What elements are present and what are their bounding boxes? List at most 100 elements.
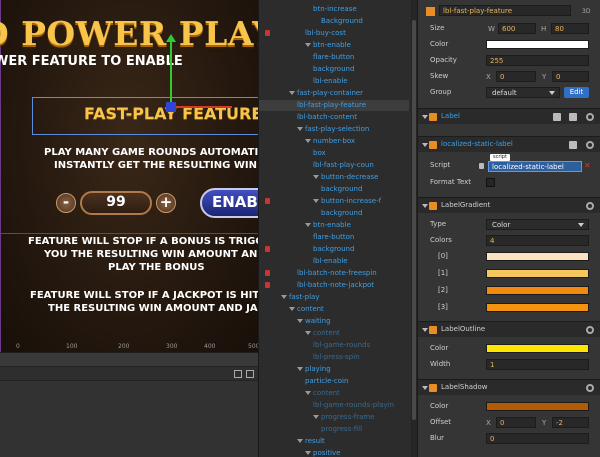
move-gizmo-x-axis[interactable]: [172, 106, 232, 108]
gradient-color-swatch[interactable]: [486, 252, 589, 261]
gradient-type-select[interactable]: Color: [486, 219, 589, 230]
lock-icon[interactable]: [265, 30, 270, 36]
move-gizmo-y-arrow[interactable]: [166, 34, 176, 42]
lock-icon[interactable]: [265, 198, 270, 204]
offset-x-input[interactable]: 0: [496, 417, 536, 428]
outline-color-swatch[interactable]: [486, 344, 589, 353]
tree-node-row[interactable]: progress-fill: [259, 424, 409, 435]
help-doc-icon[interactable]: [553, 113, 561, 121]
tree-node-row[interactable]: lbl-batch-note-freespin: [259, 268, 409, 279]
tree-node-row[interactable]: box: [259, 148, 409, 159]
move-gizmo-y-axis[interactable]: [170, 40, 172, 108]
tree-node-row[interactable]: lbl-batch-note-jackpot: [259, 280, 409, 291]
tree-node-row[interactable]: lbl-batch-content: [259, 112, 409, 123]
tree-node-row[interactable]: content: [259, 304, 409, 315]
tree-node-row[interactable]: playing: [259, 364, 409, 375]
node-active-checkbox[interactable]: [426, 7, 435, 16]
expand-arrow-icon[interactable]: [297, 127, 303, 131]
gradient-color-swatch[interactable]: [486, 303, 589, 312]
label-shadow-header[interactable]: LabelShadow: [418, 379, 600, 395]
tree-node-row[interactable]: lbl-enable: [259, 76, 409, 87]
tree-node-row[interactable]: lbl-game-rounds: [259, 340, 409, 351]
bottom-panel-tabbar[interactable]: [0, 353, 258, 367]
tree-node-row[interactable]: fast-play: [259, 292, 409, 303]
shadow-color-swatch[interactable]: [486, 402, 589, 411]
size-width-input[interactable]: 600: [498, 23, 536, 34]
blur-input[interactable]: 0: [486, 433, 589, 444]
expand-arrow-icon[interactable]: [305, 391, 311, 395]
expand-arrow-icon[interactable]: [422, 328, 428, 332]
tree-node-row[interactable]: lbl-fast-play-feature: [259, 100, 409, 111]
increase-button[interactable]: +: [156, 193, 176, 213]
expand-arrow-icon[interactable]: [305, 331, 311, 335]
tree-node-row[interactable]: content: [259, 388, 409, 399]
expand-arrow-icon[interactable]: [305, 451, 311, 455]
skew-x-input[interactable]: 0: [496, 71, 536, 82]
gear-icon[interactable]: [586, 202, 594, 210]
expand-arrow-icon[interactable]: [313, 175, 319, 179]
component-enabled-checkbox[interactable]: [429, 141, 437, 149]
expand-arrow-icon[interactable]: [297, 439, 303, 443]
tree-node-row[interactable]: background: [259, 184, 409, 195]
offset-y-input[interactable]: -2: [552, 417, 589, 428]
tree-node-row[interactable]: btn-enable: [259, 220, 409, 231]
node-color-swatch[interactable]: [486, 40, 589, 49]
group-select[interactable]: default: [486, 87, 560, 98]
tree-node-row[interactable]: lbl-game-rounds-playin: [259, 400, 409, 411]
label-component-header[interactable]: Label: [418, 108, 600, 124]
skew-y-input[interactable]: 0: [552, 71, 589, 82]
reset-icon[interactable]: [569, 113, 577, 121]
hierarchy-scroll-thumb[interactable]: [412, 20, 416, 420]
localized-label-component-header[interactable]: localized-static-label: [418, 136, 600, 152]
expand-arrow-icon[interactable]: [297, 367, 303, 371]
minimize-icon[interactable]: [234, 370, 242, 378]
tree-node-row[interactable]: lbl-fast-play-coun: [259, 160, 409, 171]
expand-arrow-icon[interactable]: [289, 91, 295, 95]
gear-icon[interactable]: [586, 326, 594, 334]
tree-node-row[interactable]: background: [259, 244, 409, 255]
component-enabled-checkbox[interactable]: [429, 326, 437, 334]
component-enabled-checkbox[interactable]: [429, 384, 437, 392]
label-outline-header[interactable]: LabelOutline: [418, 321, 600, 337]
3d-toggle[interactable]: 3D: [582, 8, 590, 15]
tree-node-row[interactable]: btn-increase: [259, 4, 409, 15]
gradient-color-swatch[interactable]: [486, 269, 589, 278]
component-enabled-checkbox[interactable]: [429, 113, 437, 121]
lock-icon[interactable]: [265, 246, 270, 252]
tree-node-row[interactable]: fast-play-selection: [259, 124, 409, 135]
tree-node-row[interactable]: particle-coin: [259, 376, 409, 387]
tree-node-row[interactable]: fast-play-container: [259, 88, 409, 99]
tree-node-row[interactable]: background: [259, 208, 409, 219]
expand-arrow-icon[interactable]: [281, 295, 287, 299]
tree-node-row[interactable]: lbl-press-spin: [259, 352, 409, 363]
tree-node-row[interactable]: btn-enable: [259, 40, 409, 51]
expand-arrow-icon[interactable]: [313, 199, 319, 203]
tree-node-row[interactable]: positive: [259, 448, 409, 457]
tree-node-row[interactable]: progress-frame: [259, 412, 409, 423]
tree-node-row[interactable]: lbl-enable: [259, 256, 409, 267]
group-edit-button[interactable]: Edit: [564, 87, 589, 98]
expand-arrow-icon[interactable]: [422, 143, 428, 147]
opacity-input[interactable]: 255: [486, 55, 589, 66]
script-asset-field[interactable]: localized-static-label: [488, 161, 582, 172]
lock-icon[interactable]: [265, 270, 270, 276]
close-icon[interactable]: ✕: [584, 161, 591, 170]
gear-icon[interactable]: [586, 141, 594, 149]
tree-node-row[interactable]: button-decrease: [259, 172, 409, 183]
expand-arrow-icon[interactable]: [422, 386, 428, 390]
gear-icon[interactable]: [586, 113, 594, 121]
tree-node-row[interactable]: waiting: [259, 316, 409, 327]
expand-arrow-icon[interactable]: [305, 43, 311, 47]
expand-arrow-icon[interactable]: [289, 307, 295, 311]
tree-node-row[interactable]: number-box: [259, 136, 409, 147]
tree-node-row[interactable]: Background: [259, 16, 409, 27]
tree-node-row[interactable]: flare-button: [259, 52, 409, 63]
expand-arrow-icon[interactable]: [305, 223, 311, 227]
maximize-icon[interactable]: [246, 370, 254, 378]
decrease-button[interactable]: -: [56, 193, 76, 213]
tree-node-row[interactable]: flare-button: [259, 232, 409, 243]
colors-count-input[interactable]: 4: [486, 235, 589, 246]
tree-node-row[interactable]: background: [259, 64, 409, 75]
expand-arrow-icon[interactable]: [422, 204, 428, 208]
hierarchy-scrollbar[interactable]: [411, 0, 417, 457]
